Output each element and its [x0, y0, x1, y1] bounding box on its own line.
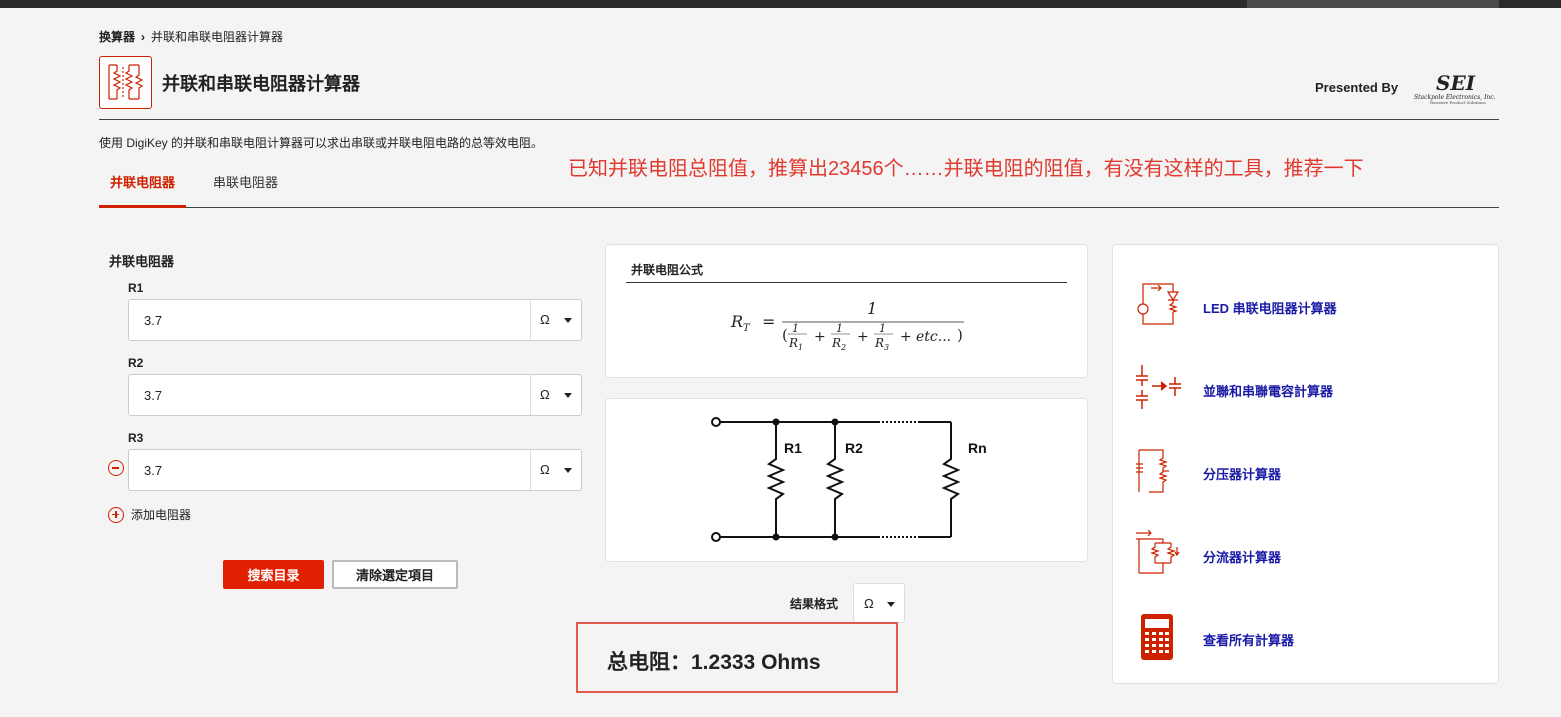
svg-text:1: 1 — [798, 343, 803, 352]
r2-label: R2 — [128, 356, 144, 370]
chevron-down-icon — [887, 602, 895, 607]
r1-unit-select[interactable]: Ω — [530, 300, 581, 340]
remove-resistor-icon[interactable] — [108, 460, 124, 476]
parallel-resistance-formula: R T = 1 ( 1 R 1 + 1 R 2 + 1 R 3 + etc...… — [730, 299, 964, 352]
chevron-down-icon — [564, 393, 572, 398]
link-label: 分压器计算器 — [1203, 467, 1282, 482]
svg-text:+: + — [900, 329, 912, 345]
svg-text:1: 1 — [792, 322, 799, 335]
r1-label: R1 — [128, 281, 144, 295]
svg-text:R: R — [788, 336, 798, 350]
total-resistance-text: 总电阻：1.2333 Ohms — [607, 651, 821, 674]
r2-value[interactable]: 3.7 — [144, 388, 162, 403]
svg-text:R: R — [874, 336, 884, 350]
resistor-calculator-icon — [99, 56, 152, 109]
svg-text:R: R — [831, 336, 841, 350]
add-resistor-button[interactable]: 添加电阻器 — [108, 506, 191, 523]
page-title: 并联和串联电阻器计算器 — [162, 74, 360, 94]
led-circuit-icon — [1137, 283, 1180, 325]
calculator-icon — [1141, 614, 1173, 660]
svg-text:(: ( — [782, 326, 788, 344]
user-annotation-text: 已知并联电阻总阻值，推算出23456个……并联电阻的阻值，有没有这样的工具，推荐… — [568, 158, 1364, 180]
clear-selection-button[interactable]: 清除選定項目 — [332, 560, 458, 589]
chevron-down-icon — [564, 468, 572, 473]
link-capacitor-calculator[interactable]: 並聯和串聯電容計算器 — [1135, 363, 1475, 415]
svg-text:=: = — [762, 312, 775, 331]
svg-text:1: 1 — [879, 322, 886, 335]
breadcrumb-current: 并联和串联电阻器计算器 — [151, 30, 284, 44]
sei-logo: SEI Stackpole Electronics, Inc. Resistiv… — [1412, 70, 1500, 106]
page-description: 使用 DigiKey 的并联和串联电阻计算器可以求出串联或并联电阻电路的总等效电… — [99, 136, 544, 150]
formula-title: 并联电阻公式 — [631, 263, 704, 277]
svg-text:): ) — [957, 326, 963, 344]
result-format-label: 结果格式 — [790, 597, 839, 611]
r3-label: R3 — [128, 431, 144, 445]
r1-value[interactable]: 3.7 — [144, 313, 162, 328]
circuit-diagram-card: R1 R2 Rn — [605, 398, 1088, 562]
chevron-down-icon — [564, 318, 572, 323]
r3-input[interactable]: 3.7 Ω — [128, 449, 582, 491]
diagram-label-r2: R2 — [845, 440, 863, 456]
link-label: 分流器计算器 — [1203, 550, 1282, 565]
add-resistor-label: 添加电阻器 — [131, 508, 192, 522]
presented-by-label: Presented By — [1315, 80, 1399, 95]
r3-value[interactable]: 3.7 — [144, 463, 162, 478]
r1-unit: Ω — [540, 312, 550, 327]
link-all-calculators[interactable]: 查看所有計算器 — [1135, 612, 1475, 664]
result-format-select[interactable]: Ω — [853, 583, 905, 623]
svg-text:etc...: etc... — [916, 329, 951, 345]
svg-text:+: + — [857, 329, 869, 345]
r2-unit-select[interactable]: Ω — [530, 375, 581, 415]
svg-text:SEI: SEI — [1436, 71, 1476, 95]
svg-text:Resistive Product Solutions: Resistive Product Solutions — [1430, 100, 1486, 105]
r2-unit: Ω — [540, 387, 550, 402]
breadcrumb-root-link[interactable]: 换算器 — [99, 28, 135, 45]
r3-unit-select[interactable]: Ω — [530, 450, 581, 490]
tab-parallel-resistors[interactable]: 并联电阻器 — [99, 172, 187, 208]
search-catalog-button[interactable]: 搜索目录 — [223, 560, 324, 589]
calculator-section-label: 并联电阻器 — [109, 254, 175, 269]
r2-input[interactable]: 3.7 Ω — [128, 374, 582, 416]
link-voltage-divider-calculator[interactable]: 分压器计算器 — [1135, 446, 1475, 498]
svg-text:1: 1 — [867, 299, 877, 318]
svg-text:+: + — [814, 329, 826, 345]
r1-input[interactable]: 3.7 Ω — [128, 299, 582, 341]
formula-card: 并联电阻公式 R T = 1 ( 1 R 1 + 1 R 2 + 1 R 3 +… — [605, 244, 1088, 378]
breadcrumb: 换算器 › 并联和串联电阻器计算器 — [99, 28, 283, 45]
link-label: LED 串联电阻器计算器 — [1203, 301, 1337, 316]
diagram-label-r1: R1 — [784, 440, 802, 456]
result-format-unit: Ω — [864, 596, 874, 611]
r3-unit: Ω — [540, 462, 550, 477]
diagram-label-rn: Rn — [968, 440, 987, 456]
svg-text:T: T — [743, 323, 751, 334]
current-divider-icon — [1136, 529, 1180, 574]
tab-series-resistors[interactable]: 串联电阻器 — [202, 172, 289, 208]
title-divider — [99, 119, 1499, 120]
link-label: 並聯和串聯電容計算器 — [1203, 384, 1334, 399]
svg-text:2: 2 — [840, 343, 846, 352]
svg-text:1: 1 — [836, 322, 843, 335]
voltage-divider-icon — [1136, 449, 1169, 493]
link-led-series-resistor-calculator[interactable]: LED 串联电阻器计算器 — [1135, 280, 1475, 332]
plus-circle-icon — [108, 506, 124, 523]
formula-divider — [626, 282, 1067, 283]
top-bar-stub — [1247, 0, 1499, 8]
capacitor-icon — [1136, 365, 1181, 409]
browser-top-bar — [0, 0, 1561, 8]
total-resistance-result: 总电阻：1.2333 Ohms — [576, 622, 898, 693]
link-current-divider-calculator[interactable]: 分流器计算器 — [1135, 529, 1475, 581]
link-label: 查看所有計算器 — [1203, 633, 1295, 648]
breadcrumb-separator: › — [141, 29, 146, 44]
parallel-circuit-diagram: R1 R2 Rn — [711, 417, 987, 542]
svg-text:R: R — [730, 312, 743, 331]
svg-text:3: 3 — [884, 343, 889, 352]
